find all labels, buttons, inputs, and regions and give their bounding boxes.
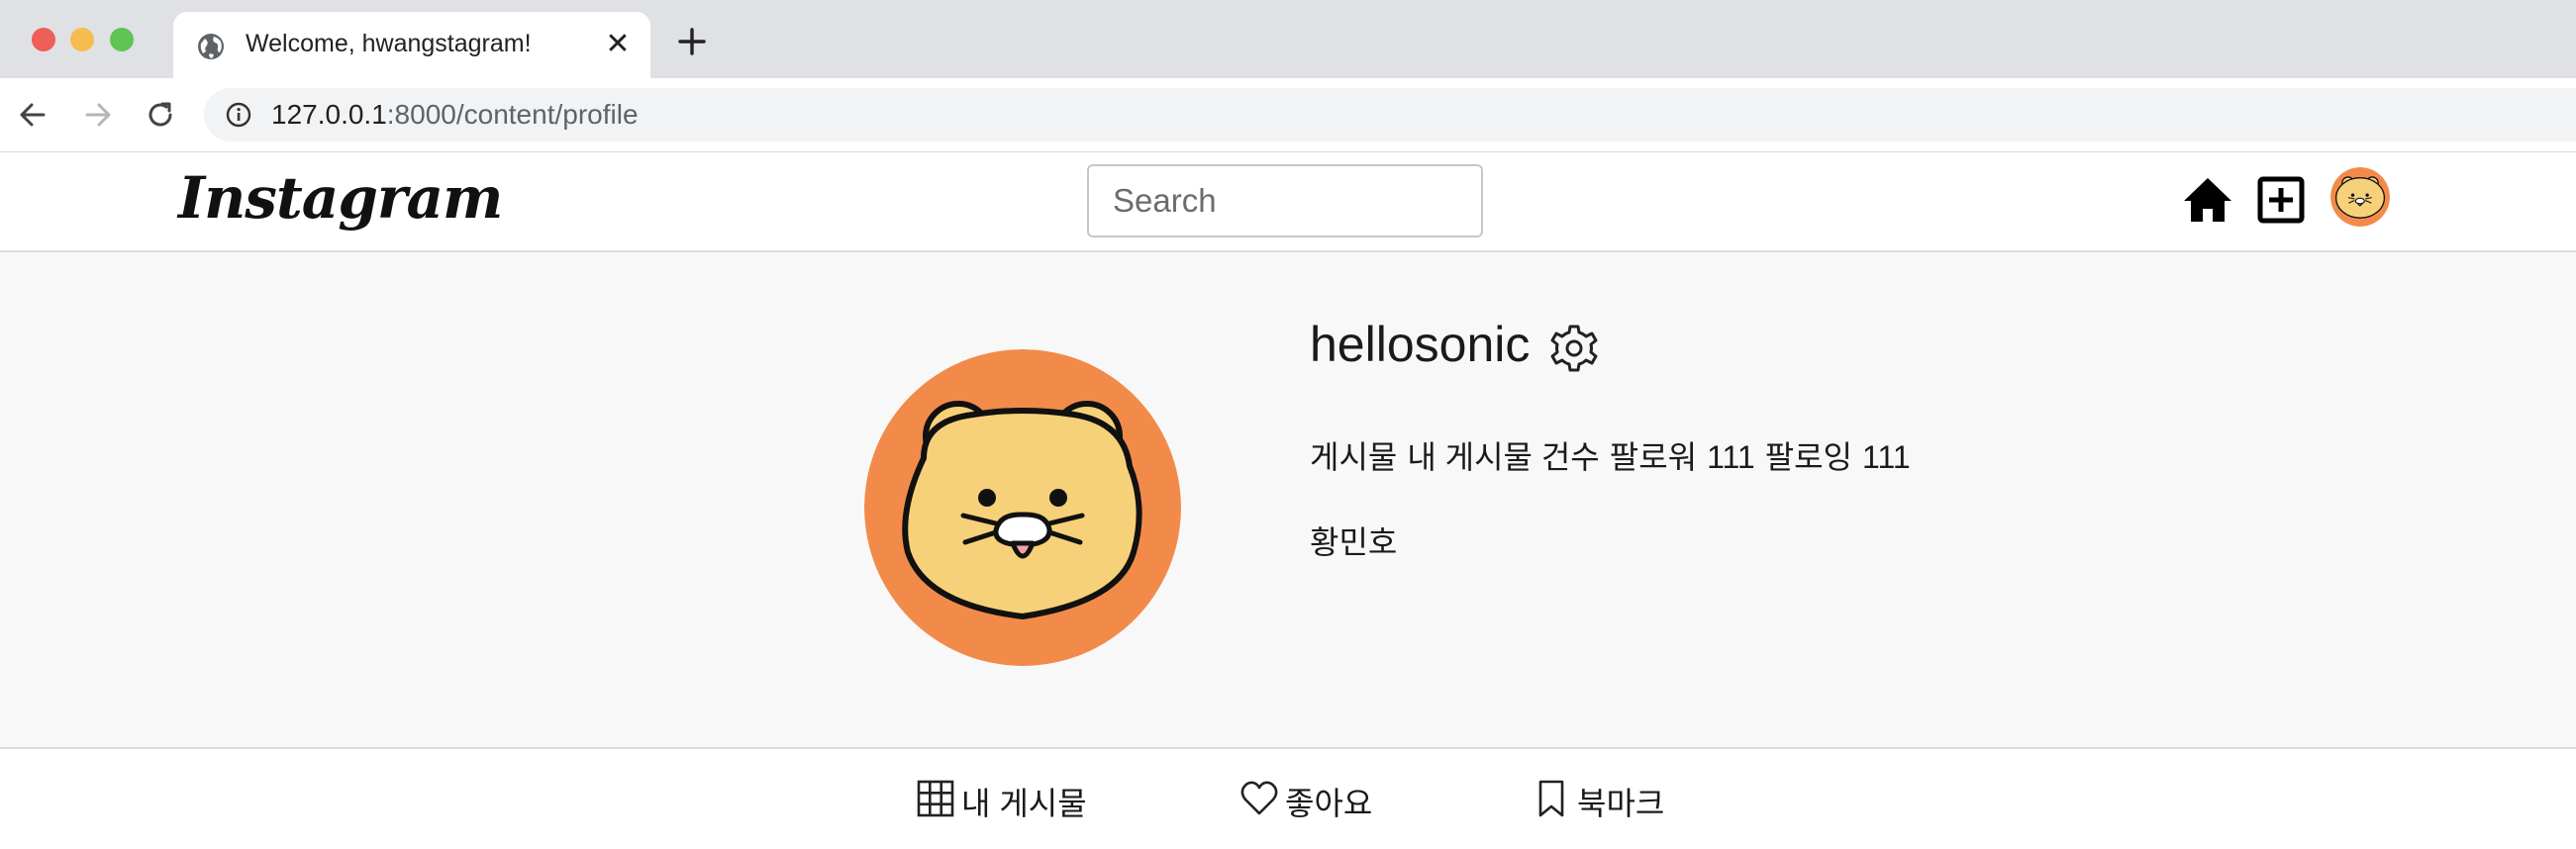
tab-my-posts-label: 내 게시물 [961,786,1087,821]
reload-icon[interactable] [144,98,177,132]
heart-icon [1240,781,1278,815]
search-input[interactable] [1087,164,1483,237]
following-label[interactable]: 팔로잉 [1765,439,1852,475]
profile-tabs: 내 게시물 좋아요 북마크 [0,749,2576,849]
profile-real-name: 황민호 [1310,524,1398,560]
new-tab-icon[interactable] [676,26,708,57]
browser-toolbar: 127.0.0.1:8000/content/profile [0,78,2576,152]
followers-count[interactable]: 111 [1707,439,1755,475]
url-host: 127.0.0.1 [271,99,387,130]
globe-icon [198,34,224,59]
tab-my-posts[interactable]: 내 게시물 [916,777,1094,822]
window-minimize-button[interactable] [70,28,94,51]
app-header: Instagram [0,152,2576,252]
window-close-button[interactable] [32,28,55,51]
tab-title: Welcome, hwangstagram! [246,30,532,57]
posts-label: 게시물 [1310,439,1398,475]
posts-count: 내 게시물 건수 [1407,439,1600,475]
forward-arrow-icon[interactable] [81,98,115,132]
url-path: :8000/content/profile [386,99,639,130]
info-icon[interactable] [226,102,251,128]
home-icon[interactable] [2180,172,2235,228]
settings-gear-icon[interactable] [1547,322,1601,375]
close-tab-icon[interactable]: ✕ [603,30,633,59]
tab-likes[interactable]: 좋아요 [1239,777,1378,822]
following-count[interactable]: 111 [1862,439,1911,475]
profile-username: hellosonic [1310,317,1531,372]
add-post-icon[interactable] [2253,172,2309,228]
tab-bookmarks[interactable]: 북마크 [1532,777,1670,822]
url-text: 127.0.0.1:8000/content/profile [271,99,639,131]
followers-label[interactable]: 팔로워 [1610,439,1697,475]
grid-icon [917,780,954,817]
browser-tab[interactable]: Welcome, hwangstagram! ✕ [173,12,650,78]
bear-avatar-icon [864,349,1181,666]
browser-tab-bar: Welcome, hwangstagram! ✕ [0,0,2576,78]
tab-bookmarks-label: 북마크 [1577,786,1665,821]
profile-stats: 게시물 내 게시물 건수 팔로워 111 팔로잉 111 [1310,432,1921,478]
address-bar[interactable]: 127.0.0.1:8000/content/profile [204,88,2576,142]
tab-likes-label: 좋아요 [1285,786,1373,821]
window-zoom-button[interactable] [110,28,134,51]
profile-section: hellosonic 게시물 내 게시물 건수 팔로워 111 팔로잉 111 황민호 [0,252,2576,749]
instagram-logo[interactable]: Instagram [178,164,503,232]
back-arrow-icon[interactable] [16,98,50,132]
bear-avatar-icon [2330,167,2390,227]
profile-avatar[interactable] [864,349,1181,666]
header-avatar[interactable] [2330,167,2390,227]
bookmark-icon [1538,780,1564,817]
